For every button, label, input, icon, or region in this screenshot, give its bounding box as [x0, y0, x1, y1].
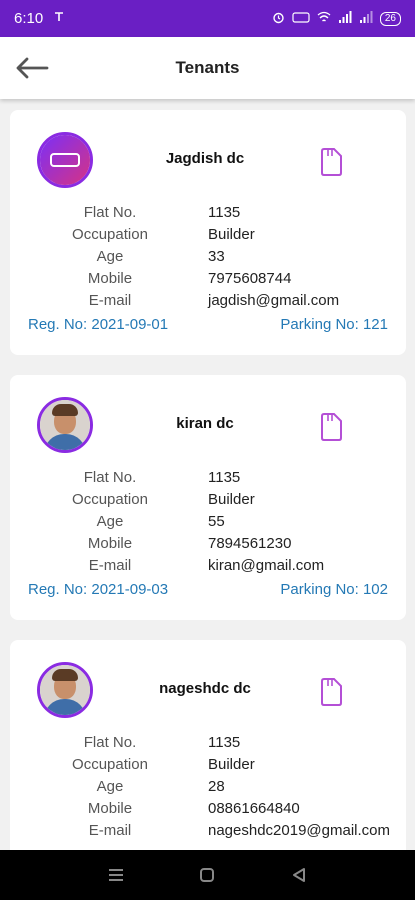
email-value: nageshdc2019@gmail.com	[208, 822, 390, 839]
occupation-label: Occupation	[72, 491, 148, 508]
parking-number: Parking No: 102	[280, 581, 388, 598]
parking-number: Parking No: 121	[280, 316, 388, 333]
mobile-value: 7894561230	[208, 535, 292, 552]
mobile-value: 08861664840	[208, 800, 300, 817]
flat-value: 1135	[208, 469, 241, 486]
mobile-label: Mobile	[87, 535, 133, 552]
tenant-list[interactable]: Jagdish dc Flat No. 1135 Occupation Builde…	[0, 99, 415, 850]
email-label: E-mail	[88, 822, 132, 839]
age-value: 33	[208, 248, 225, 265]
page-title: Tenants	[175, 58, 240, 77]
signal-icon	[338, 10, 352, 27]
document-icon[interactable]	[320, 413, 342, 441]
age-label: Age	[96, 778, 124, 795]
age-label: Age	[96, 248, 124, 265]
tenant-details: Flat No. 1135 Occupation Builder Age 55 Mob…	[10, 467, 406, 577]
notification-icon	[53, 10, 65, 27]
occupation-label: Occupation	[72, 226, 148, 243]
tenant-card[interactable]: Jagdish dc Flat No. 1135 Occupation Builde…	[10, 110, 406, 355]
flat-label: Flat No.	[83, 734, 137, 751]
email-value: kiran@gmail.com	[208, 557, 325, 574]
card-footer: Reg. No: 2021-09-03 Parking No: 102	[10, 581, 406, 598]
document-icon[interactable]	[320, 678, 342, 706]
app-logo-icon	[40, 135, 90, 185]
person-photo	[40, 665, 90, 715]
menu-icon	[108, 869, 123, 881]
home-button[interactable]	[192, 860, 222, 890]
mobile-value: 7975608744	[208, 270, 292, 287]
age-label: Age	[96, 513, 124, 530]
occupation-value: Builder	[208, 756, 255, 773]
tenant-details: Flat No. 1135 Occupation Builder Age 33 Mob…	[10, 202, 406, 312]
occupation-label: Occupation	[72, 756, 148, 773]
wifi-icon	[317, 11, 331, 27]
mobile-label: Mobile	[87, 800, 133, 817]
tenant-name: kiran dc	[176, 415, 234, 432]
flat-label: Flat No.	[83, 204, 137, 221]
status-bar: 6:10 26	[0, 0, 415, 37]
avatar	[37, 132, 93, 188]
email-label: E-mail	[88, 292, 132, 309]
person-photo	[40, 400, 90, 450]
flat-label: Flat No.	[83, 469, 137, 486]
recent-apps-button[interactable]	[101, 860, 131, 890]
card-footer: Reg. No: 2021-09-01 Parking No: 121	[10, 316, 406, 333]
tenant-card[interactable]: kiran dc Flat No. 1135 Occupation Builder …	[10, 375, 406, 620]
battery-icon: 26	[379, 11, 401, 26]
age-value: 55	[208, 513, 225, 530]
avatar	[37, 662, 93, 718]
status-time: 6:10	[14, 10, 44, 27]
triangle-back-icon	[293, 868, 306, 882]
tenant-details: Flat No. 1135 Occupation Builder Age 28 Mob…	[10, 732, 406, 842]
signal-icon-2	[359, 10, 373, 27]
occupation-value: Builder	[208, 491, 255, 508]
tenant-card[interactable]: nageshdc dc Flat No. 1135 Occupation Build…	[10, 640, 406, 850]
occupation-value: Builder	[208, 226, 255, 243]
alarm-icon	[272, 11, 285, 27]
reg-number: Reg. No: 2021-09-03	[28, 581, 169, 598]
system-nav-bar	[0, 850, 415, 900]
email-label: E-mail	[88, 557, 132, 574]
mobile-label: Mobile	[87, 270, 133, 287]
avatar	[37, 397, 93, 453]
volte-icon	[292, 11, 310, 27]
back-nav-button[interactable]	[284, 860, 314, 890]
flat-value: 1135	[208, 204, 241, 221]
age-value: 28	[208, 778, 225, 795]
flat-value: 1135	[208, 734, 241, 751]
reg-number: Reg. No: 2021-09-01	[28, 316, 169, 333]
arrow-left-icon	[16, 57, 49, 79]
document-icon[interactable]	[320, 148, 342, 176]
tenant-name: nageshdc dc	[159, 680, 251, 697]
app-bar: Tenants	[0, 37, 415, 99]
tenant-name: Jagdish dc	[165, 150, 245, 167]
back-button[interactable]	[12, 53, 52, 83]
email-value: jagdish@gmail.com	[208, 292, 340, 309]
home-square-icon	[200, 868, 215, 882]
